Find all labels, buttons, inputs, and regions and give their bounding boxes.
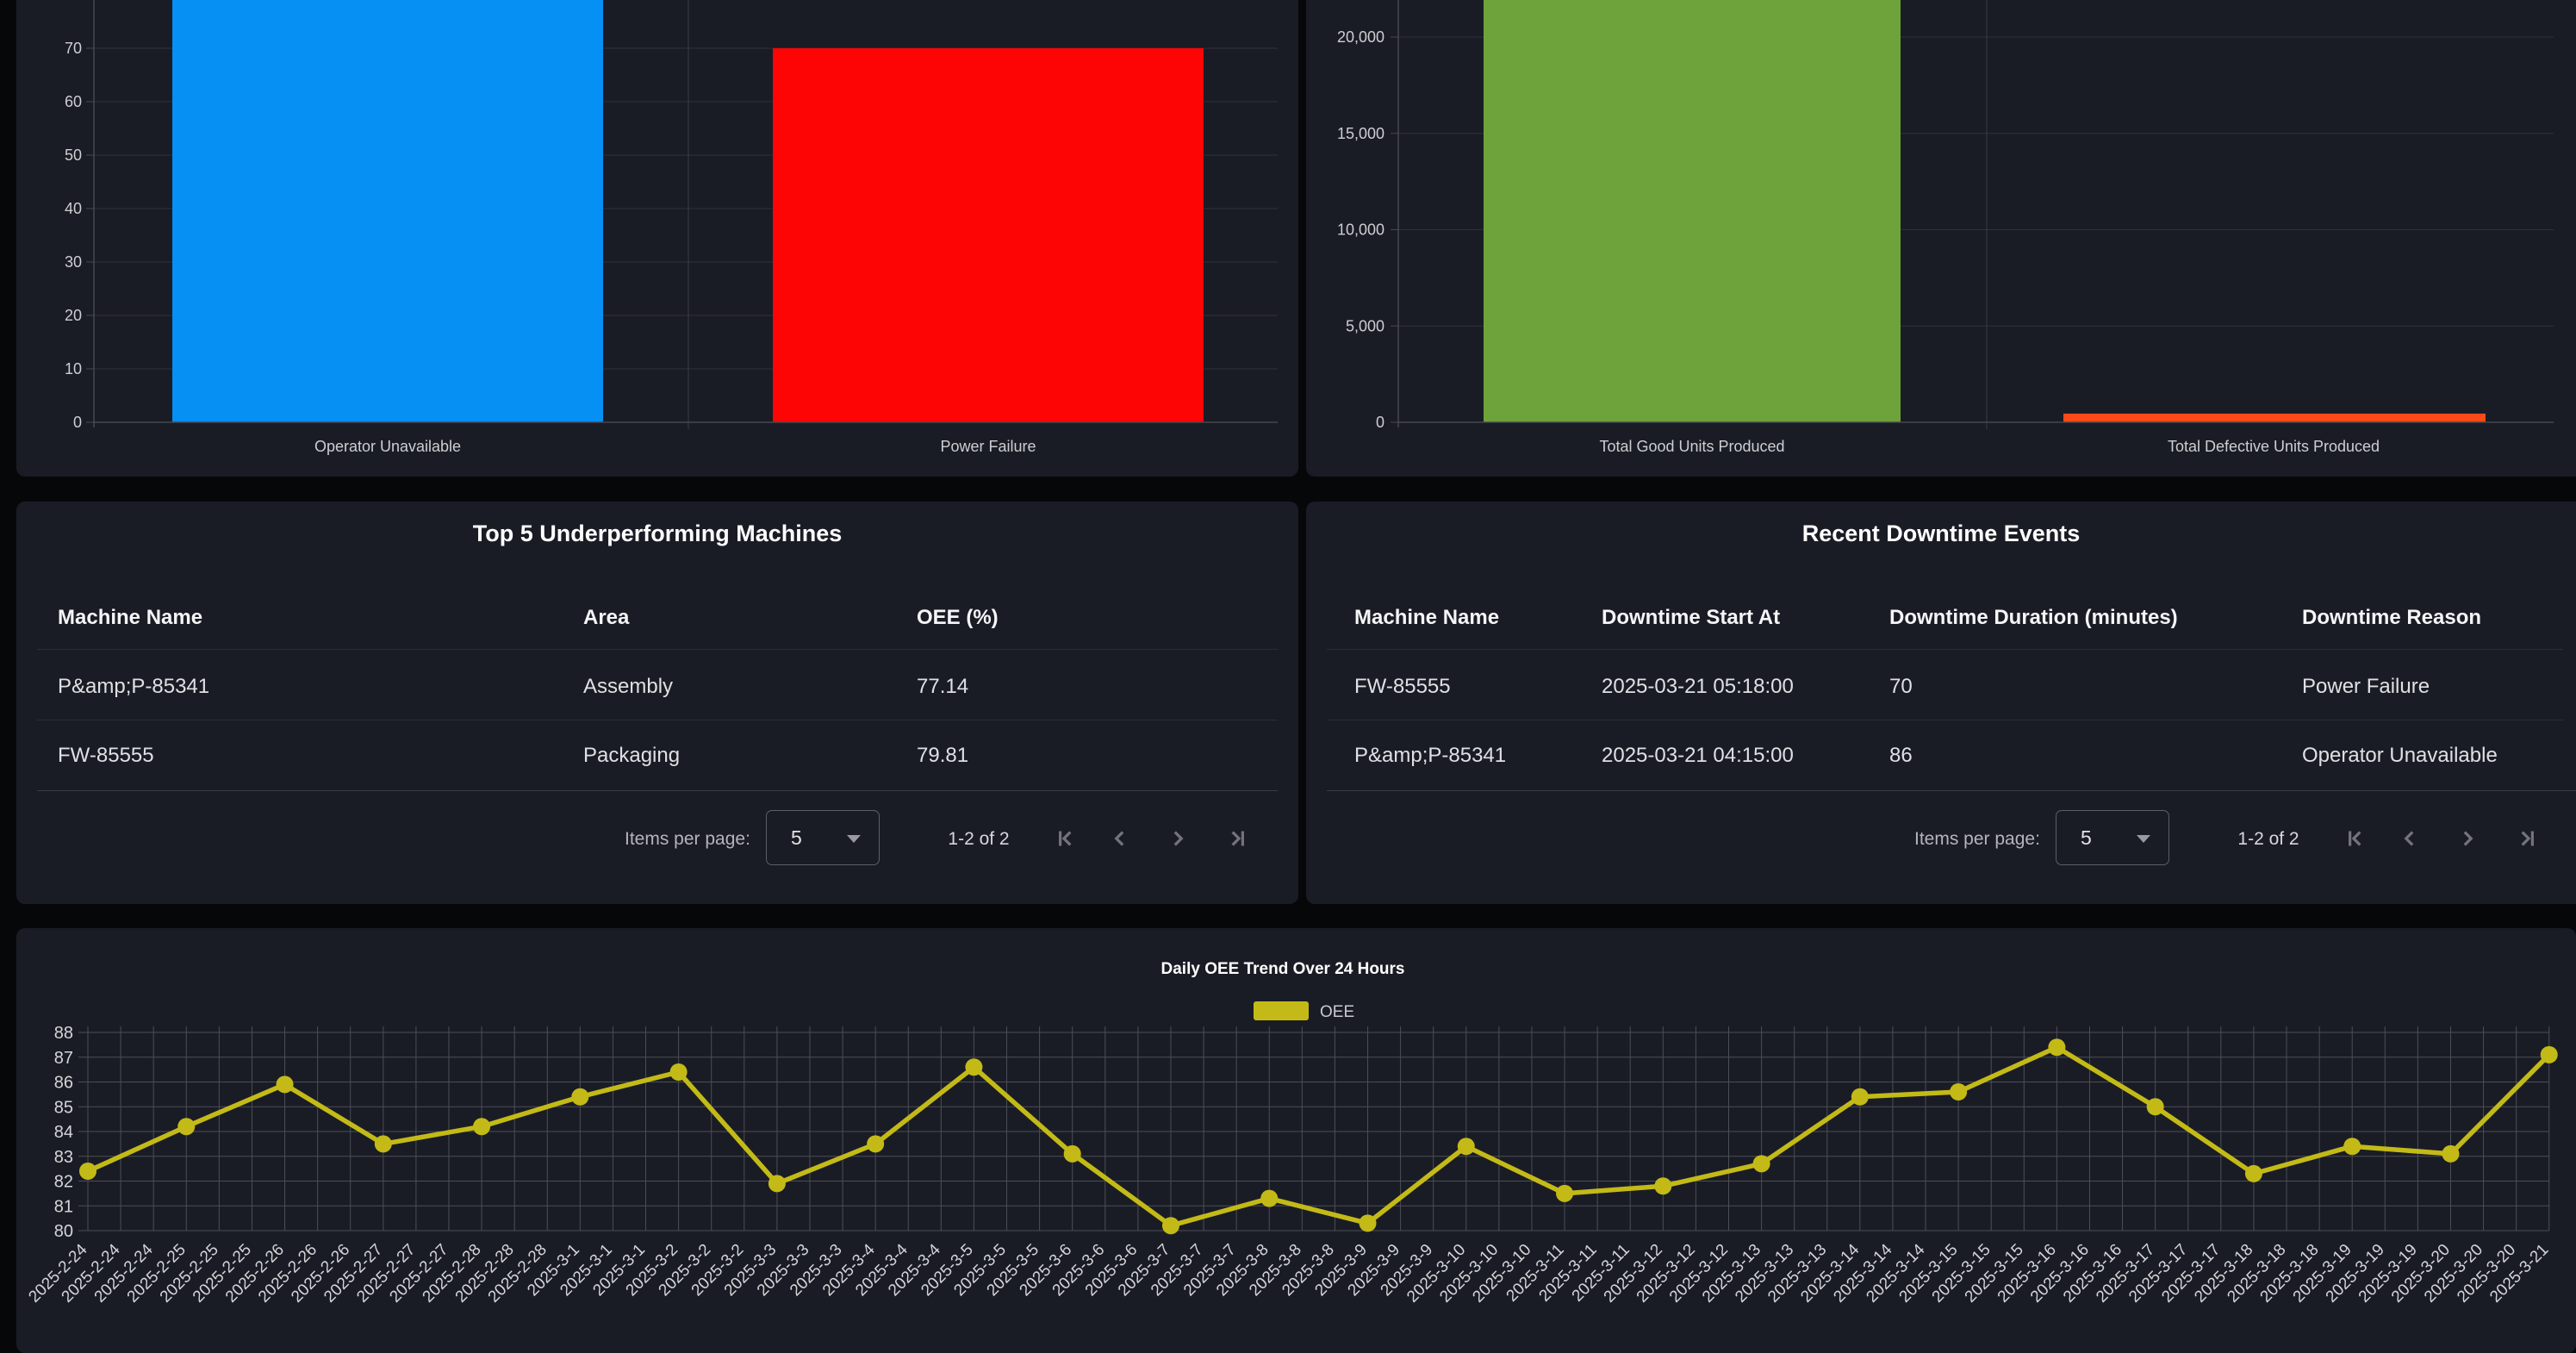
table-row: P&amp;P-85341 Assembly 77.14	[16, 649, 1298, 720]
items-per-page-select[interactable]: 5	[2056, 810, 2169, 865]
first-page-icon[interactable]	[2341, 824, 2370, 853]
table-header-row: Machine Name Area OEE (%)	[16, 592, 1298, 649]
cell-downtime-reason: Operator Unavailable	[2302, 745, 2498, 766]
cell-oee: 79.81	[917, 745, 968, 766]
cell-machine-name: P&amp;P-85341	[58, 676, 209, 697]
svg-text:80: 80	[54, 1222, 73, 1241]
underperforming-machines-card: Top 5 Underperforming Machines Machine N…	[16, 502, 1298, 904]
oee-trend-line-chart: 8081828384858687882025-2-242025-2-242025…	[16, 928, 2576, 1353]
svg-text:50: 50	[65, 147, 82, 164]
page-range-label: 1-2 of 2	[912, 830, 1045, 848]
cell-machine-name: P&amp;P-85341	[1354, 745, 1506, 766]
svg-text:83: 83	[54, 1148, 73, 1167]
column-header-machine-name: Machine Name	[1354, 608, 1499, 628]
svg-text:87: 87	[54, 1049, 73, 1068]
cell-oee: 77.14	[917, 676, 968, 697]
svg-text:0: 0	[73, 414, 82, 431]
svg-text:20: 20	[65, 307, 82, 324]
downtime-events-card: Recent Downtime Events Machine Name Down…	[1306, 502, 2576, 904]
svg-text:15,000: 15,000	[1337, 125, 1384, 142]
oee-trend-card: Daily OEE Trend Over 24 Hours OEE 808182…	[16, 928, 2576, 1353]
cell-downtime-reason: Power Failure	[2302, 676, 2430, 697]
cell-downtime-start: 2025-03-21 04:15:00	[1602, 745, 1794, 766]
svg-text:Operator Unavailable: Operator Unavailable	[314, 438, 461, 455]
table-row: P&amp;P-85341 2025-03-21 04:15:00 86 Ope…	[1306, 720, 2576, 790]
cell-machine-name: FW-85555	[58, 745, 154, 766]
svg-text:10: 10	[65, 360, 82, 377]
svg-text:Power Failure: Power Failure	[940, 438, 1036, 455]
oee-dashboard: { "theme": { "page_bg": "#060709", "card…	[0, 0, 2576, 1344]
svg-text:86: 86	[54, 1074, 73, 1093]
svg-text:60: 60	[65, 93, 82, 110]
column-header-downtime-start: Downtime Start At	[1602, 608, 1780, 628]
svg-text:Total Defective Units Produced: Total Defective Units Produced	[2168, 438, 2380, 455]
svg-text:5,000: 5,000	[1346, 317, 1384, 334]
svg-text:88: 88	[54, 1024, 73, 1043]
items-per-page-value: 5	[791, 828, 802, 848]
svg-text:82: 82	[54, 1173, 73, 1192]
downtime-by-reason-card: 0 10 20 30 40 50 60 70 80 Operator Unavailable Pow…	[16, 0, 1298, 477]
last-page-icon[interactable]	[1223, 824, 1252, 853]
svg-text:Total Good Units Produced: Total Good Units Produced	[1599, 438, 1784, 455]
table-row: FW-85555 Packaging 79.81	[16, 720, 1298, 790]
last-page-icon[interactable]	[2512, 824, 2542, 853]
svg-text:85: 85	[54, 1098, 73, 1117]
production-units-chart: 0 5,000 10,000 15,000 20,000 Total Good Units…	[1306, 0, 2576, 477]
svg-text:70: 70	[65, 40, 82, 57]
previous-page-icon[interactable]	[1105, 824, 1135, 853]
items-per-page-label: Items per page:	[625, 830, 750, 848]
next-page-icon[interactable]	[2453, 824, 2482, 853]
first-page-icon[interactable]	[1051, 824, 1080, 853]
cell-area: Packaging	[583, 745, 680, 766]
svg-text:81: 81	[54, 1197, 73, 1216]
column-header-downtime-duration: Downtime Duration (minutes)	[1889, 608, 2178, 628]
table-row: FW-85555 2025-03-21 05:18:00 70 Power Fa…	[1306, 649, 2576, 720]
cell-machine-name: FW-85555	[1354, 676, 1451, 697]
svg-text:84: 84	[54, 1123, 73, 1142]
column-header-area: Area	[583, 608, 629, 628]
page-range-label: 1-2 of 2	[2202, 830, 2335, 848]
table-header-row: Machine Name Downtime Start At Downtime …	[1306, 592, 2576, 649]
divider	[37, 790, 1278, 791]
production-units-card: 0 5,000 10,000 15,000 20,000 Total Good Units…	[1306, 0, 2576, 477]
svg-text:40: 40	[65, 200, 82, 217]
downtime-by-reason-chart: 0 10 20 30 40 50 60 70 80 Operator Unavailable Pow…	[16, 0, 1298, 477]
next-page-icon[interactable]	[1163, 824, 1192, 853]
svg-text:0: 0	[1376, 414, 1384, 431]
cell-downtime-duration: 86	[1889, 745, 1913, 766]
cell-area: Assembly	[583, 676, 673, 697]
column-header-oee: OEE (%)	[917, 608, 999, 628]
svg-text:30: 30	[65, 253, 82, 271]
items-per-page-label: Items per page:	[1914, 830, 2040, 848]
table-title: Recent Downtime Events	[1306, 522, 2576, 546]
table-title: Top 5 Underperforming Machines	[16, 522, 1298, 546]
chevron-down-icon	[2137, 835, 2150, 843]
svg-text:80: 80	[65, 0, 82, 3]
previous-page-icon[interactable]	[2395, 824, 2424, 853]
divider	[1327, 790, 2576, 791]
cell-downtime-start: 2025-03-21 05:18:00	[1602, 676, 1794, 697]
items-per-page-select[interactable]: 5	[766, 810, 880, 865]
chevron-down-icon	[847, 835, 861, 843]
items-per-page-value: 5	[2081, 828, 2092, 848]
column-header-downtime-reason: Downtime Reason	[2302, 608, 2481, 628]
column-header-machine-name: Machine Name	[58, 608, 202, 628]
svg-text:10,000: 10,000	[1337, 221, 1384, 239]
svg-text:20,000: 20,000	[1337, 28, 1384, 46]
cell-downtime-duration: 70	[1889, 676, 1913, 697]
